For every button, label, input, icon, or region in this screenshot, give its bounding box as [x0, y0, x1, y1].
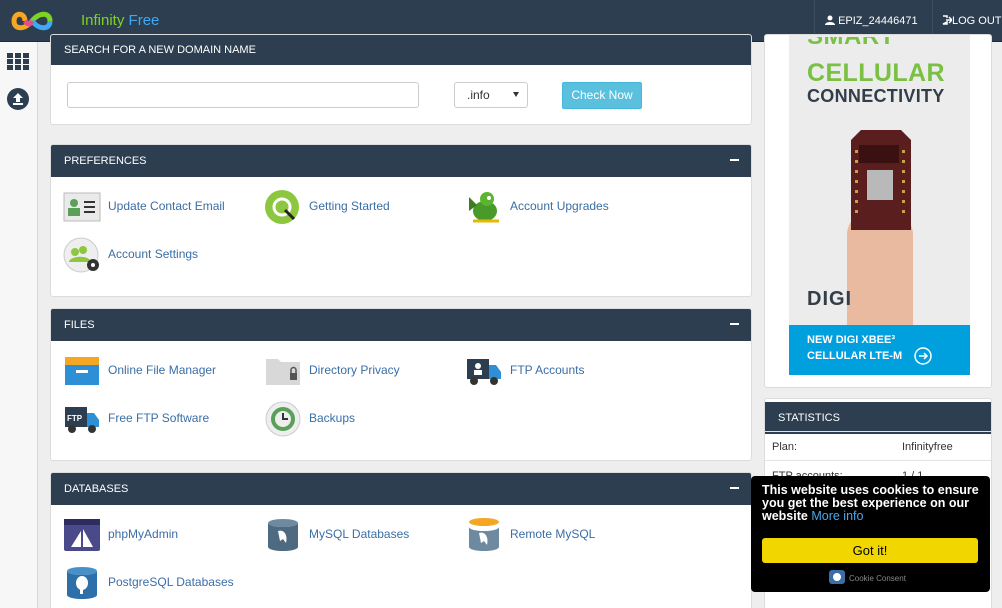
ad-brand: DIGI	[807, 288, 853, 310]
username: EPIZ_24446471	[838, 15, 918, 27]
stat-value: Infinityfree	[902, 441, 953, 453]
check-now-button[interactable]: Check Now	[562, 82, 642, 109]
item-label: phpMyAdmin	[108, 527, 179, 541]
panel-header[interactable]: DATABASES	[51, 473, 751, 505]
item-label: PostgreSQL Databases	[108, 575, 234, 589]
item-label: Online File Manager	[108, 363, 217, 377]
ftp-accounts-link[interactable]: FTP Accounts	[465, 351, 660, 391]
stat-row-plan: Plan: Infinityfree	[765, 431, 991, 460]
ad-cta-band[interactable]: NEW DIGI XBEE³ CELLULAR LTE-M	[789, 325, 970, 375]
locked-folder-icon	[266, 359, 300, 385]
phpmyadmin-link[interactable]: phpMyAdmin	[63, 515, 258, 555]
left-sidebar	[0, 42, 38, 608]
collapse-icon[interactable]	[730, 323, 739, 325]
user-icon	[825, 15, 835, 25]
preferences-panel: PREFERENCES Update Contact Email Getting…	[50, 144, 752, 297]
ad-headline-3: CONNECTIVITY	[807, 86, 945, 106]
apps-grid-icon[interactable]	[7, 53, 29, 70]
ad-container: SMART CELLULAR CONNECTIVITY DIGI NEW DIG…	[764, 34, 992, 388]
getting-started-icon	[265, 190, 299, 224]
ad-headline-2: CELLULAR	[807, 59, 945, 87]
item-label: Remote MySQL	[510, 527, 596, 541]
ad-cta-line-2: CELLULAR LTE-M	[807, 350, 903, 362]
mysql-databases-link[interactable]: MySQL Databases	[264, 515, 459, 555]
panel-header[interactable]: PREFERENCES	[51, 145, 751, 177]
brand-name[interactable]: Infinity Free	[81, 12, 159, 29]
item-label: MySQL Databases	[309, 527, 410, 541]
upload-icon[interactable]	[7, 88, 29, 110]
svg-text:FTP: FTP	[67, 414, 83, 423]
online-file-manager-link[interactable]: Online File Manager	[63, 351, 258, 391]
panel-title: PREFERENCES	[64, 155, 147, 167]
free-ftp-software-link[interactable]: FTP Free FTP Software	[63, 399, 258, 439]
item-label: Getting Started	[309, 199, 390, 213]
ftp-truck-icon: FTP	[65, 407, 99, 433]
cookie-consent-credit[interactable]: Cookie Consent	[829, 570, 906, 586]
postgresql-databases-link[interactable]: PostgreSQL Databases	[63, 563, 258, 603]
digi-advertisement[interactable]: SMART CELLULAR CONNECTIVITY DIGI NEW DIG…	[789, 35, 970, 375]
item-label: Account Upgrades	[510, 199, 609, 213]
more-info-link[interactable]: More info	[811, 509, 863, 523]
cookie-message: This website uses cookies to ensure you …	[762, 483, 979, 523]
item-label: Directory Privacy	[309, 363, 400, 377]
tld-select[interactable]: .info	[454, 82, 528, 108]
collapse-icon[interactable]	[730, 487, 739, 489]
panel-title: DATABASES	[64, 483, 129, 495]
collapse-icon[interactable]	[730, 159, 739, 161]
files-panel: FILES Online File Manager Directory Priv…	[50, 308, 752, 461]
ad-cta-line-1: NEW DIGI XBEE³	[807, 334, 896, 346]
panel-title: STATISTICS	[765, 402, 991, 434]
account-upgrades-link[interactable]: Account Upgrades	[465, 187, 660, 227]
contact-card-icon	[63, 192, 101, 222]
backups-link[interactable]: Backups	[264, 399, 459, 439]
users-gear-icon	[63, 237, 99, 273]
panel-title: FILES	[64, 319, 95, 331]
ad-headline-1: SMART	[807, 37, 895, 49]
got-it-button[interactable]: Got it!	[762, 538, 978, 563]
cookie-consent-logo-icon	[829, 570, 845, 584]
panel-header[interactable]: FILES	[51, 309, 751, 341]
backup-clock-icon	[265, 401, 301, 437]
remote-mysql-link[interactable]: Remote MySQL	[465, 515, 660, 555]
arrow-right-circle-icon	[914, 347, 932, 365]
postgresql-elephant-icon	[67, 567, 97, 599]
phpmyadmin-icon	[64, 519, 100, 551]
domain-search-input[interactable]	[67, 82, 419, 108]
dragon-mascot-icon	[469, 192, 499, 223]
item-label: Update Contact Email	[108, 199, 225, 213]
getting-started-link[interactable]: Getting Started	[264, 187, 459, 227]
cookie-consent-banner: This website uses cookies to ensure you …	[751, 476, 990, 592]
account-settings-link[interactable]: Account Settings	[63, 235, 258, 275]
domain-search-panel: SEARCH FOR A NEW DOMAIN NAME .info Check…	[50, 34, 752, 125]
infinity-logo-icon[interactable]	[10, 6, 68, 36]
remote-mysql-icon	[469, 518, 499, 551]
item-label: Backups	[309, 411, 356, 425]
file-box-icon	[65, 357, 99, 385]
mysql-dolphin-icon	[268, 519, 298, 551]
panel-title: SEARCH FOR A NEW DOMAIN NAME	[51, 35, 751, 65]
logout-icon	[942, 15, 954, 25]
stat-key: Plan:	[772, 441, 798, 453]
dropdown-arrow-icon	[513, 92, 519, 97]
item-label: Free FTP Software	[108, 411, 210, 425]
databases-panel: DATABASES phpMyAdmin MySQL Databases Rem…	[50, 472, 752, 608]
directory-privacy-link[interactable]: Directory Privacy	[264, 351, 459, 391]
ftp-truck-user-icon	[467, 359, 501, 385]
item-label: Account Settings	[108, 247, 199, 261]
update-contact-email-link[interactable]: Update Contact Email	[63, 187, 258, 227]
item-label: FTP Accounts	[510, 363, 585, 377]
